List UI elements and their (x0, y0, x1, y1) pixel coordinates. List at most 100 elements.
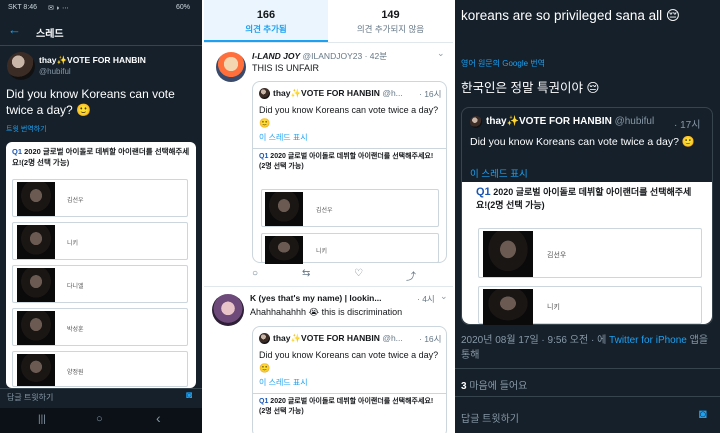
option-label: 니키 (67, 241, 79, 247)
translation-source[interactable]: 영어 원문의 Google 번역 (461, 58, 545, 69)
quoted-handle: @h... (382, 333, 403, 343)
option-label: 니키 (547, 304, 560, 311)
poll-image: Q1 2020 글로벌 아이돌로 데뷔할 아이랜더를 선택해주세요!(2명 선택… (253, 148, 446, 264)
poll-option: 김선우 (261, 189, 439, 227)
quoted-name: thay✨VOTE FOR HANBIN (273, 88, 380, 98)
quoted-text: Did you know Koreans can vote twice a da… (470, 136, 695, 148)
author-name[interactable]: I-LAND JOY (252, 51, 300, 61)
candidate-photo (265, 192, 303, 226)
camera-icon[interactable]: ◙ (699, 406, 707, 421)
tweet-text: Ahahhahahhh 😭 this is discrimination (250, 307, 403, 317)
show-thread-link[interactable]: 이 스레드 표시 (259, 132, 308, 143)
meta-divider (455, 368, 720, 369)
tab-added[interactable]: 166 의견 추가됨 (204, 0, 328, 42)
quoted-tweet[interactable]: thay✨VOTE FOR HANBIN @hubiful · 17시 Did … (461, 107, 713, 325)
tweet-text: Did you know Koreans can vote twice a da… (6, 87, 175, 117)
likes-label: 마음에 들어요 (469, 381, 528, 392)
middle-screen: 166 의견 추가됨 149 의견 추가되지 않음 I-LAND JOY @IL… (204, 0, 453, 433)
recent-apps-icon[interactable]: ||| (38, 414, 46, 425)
likes-count: 3 (461, 381, 467, 392)
poll-question: 2020 글로벌 아이돌로 데뷔할 아이랜더를 선택해주세요!(2명 선택 가능… (12, 147, 190, 167)
poll-option: 양정원 (12, 351, 188, 387)
poll-question-number: Q1 (12, 147, 23, 156)
avatar[interactable] (216, 52, 246, 82)
avatar (470, 116, 482, 128)
poll-option: 니키 (261, 233, 439, 264)
home-icon[interactable]: ○ (96, 413, 103, 425)
translated-text: 한국인은 정말 특권이야 😔 (461, 81, 600, 95)
left-phone-screen: SKT 8:46 ✉ ◗ ⋯ 60% ← 스레드 thay✨VOTE FOR H… (0, 0, 202, 433)
tweet-text: THIS IS UNFAIR (252, 63, 320, 73)
option-label: 박성훈 (67, 327, 84, 333)
reply-divider (0, 388, 202, 389)
author-name[interactable]: K (yes that's my name) | lookin... (250, 293, 381, 303)
quoted-tweet[interactable]: thay✨VOTE FOR HANBIN @h... · 16시 Did you… (252, 326, 447, 433)
source-link[interactable]: Twitter for iPhone (609, 335, 687, 346)
candidate-photo (17, 225, 55, 259)
tweet-divider (204, 286, 453, 287)
poll-image: Q1 2020 글로벌 아이돌로 데뷔할 아이랜더를 선택해주세요!(2명 선택… (462, 182, 712, 325)
poll-option: 다니엘 (12, 265, 188, 303)
quoted-handle: @hubiful (614, 116, 655, 127)
candidate-photo (17, 311, 55, 345)
status-battery: 60% (176, 4, 191, 11)
chevron-down-icon[interactable]: ⌄ (440, 291, 448, 302)
chevron-down-icon[interactable]: ⌄ (437, 48, 445, 59)
retweet-icon[interactable]: ⇆ (302, 268, 310, 279)
reply-input[interactable]: 답글 트윗하기 (7, 392, 53, 403)
quoted-handle: @h... (382, 88, 403, 98)
not-added-label: 의견 추가되지 않음 (356, 24, 425, 34)
candidate-photo (265, 236, 303, 264)
status-notification-icons: ✉ ◗ ⋯ (48, 5, 69, 12)
tweet-time: · 4시 (417, 294, 435, 304)
tabs-divider (204, 42, 453, 43)
quoted-name: thay✨VOTE FOR HANBIN (486, 116, 612, 127)
show-thread-link[interactable]: 이 스레드 표시 (259, 377, 308, 388)
avatar (259, 333, 270, 344)
reply-input[interactable]: 답글 트윗하기 (461, 410, 519, 425)
candidate-photo (17, 182, 55, 216)
reply-icon[interactable]: ○ (252, 268, 258, 279)
poll-image[interactable]: Q1 2020 글로벌 아이돌로 데뷔할 아이랜더를 선택해주세요!(2명 선택… (6, 142, 196, 388)
back-nav-icon[interactable]: ‹ (156, 410, 161, 426)
tweet-text: koreans are so privileged sana all 😔 (461, 8, 680, 23)
poll-option: 니키 (478, 286, 702, 325)
poll-question: 2020 글로벌 아이돌로 데뷔할 아이랜더를 선택해주세요!(2명 선택 가능… (259, 153, 434, 170)
poll-image: Q1 2020 글로벌 아이돌로 데뷔할 아이랜더를 선택해주세요!(2명 선택… (253, 393, 446, 433)
option-label: 양정원 (67, 370, 84, 376)
option-label: 니키 (316, 249, 328, 255)
quoted-time: · 17시 (674, 120, 701, 131)
poll-question: 2020 글로벌 아이돌로 데뷔할 아이랜더를 선택해주세요!(2명 선택 가능… (259, 398, 434, 415)
share-icon[interactable]: ⤴ (406, 268, 416, 283)
author-name[interactable]: thay✨VOTE FOR HANBIN (39, 55, 146, 66)
quoted-text: Did you know Koreans can vote twice a da… (259, 105, 439, 128)
quoted-name: thay✨VOTE FOR HANBIN (273, 333, 380, 343)
option-label: 다니엘 (67, 284, 84, 290)
like-icon[interactable]: ♡ (354, 268, 363, 279)
quoted-tweet[interactable]: thay✨VOTE FOR HANBIN @h... · 16시 Did you… (252, 81, 447, 264)
candidate-photo (483, 231, 533, 277)
tab-not-added[interactable]: 149 의견 추가되지 않음 (328, 0, 453, 42)
poll-question-number: Q1 (476, 186, 491, 198)
poll-question-number: Q1 (259, 153, 269, 160)
poll-option: 박성훈 (12, 308, 188, 346)
author-handle[interactable]: @hubiful (39, 67, 71, 76)
not-added-count: 149 (381, 9, 400, 21)
back-arrow-icon[interactable]: ← (8, 22, 21, 37)
option-label: 김선우 (547, 252, 567, 259)
poll-question-number: Q1 (259, 398, 269, 405)
option-label: 김선우 (67, 198, 84, 204)
author-handle[interactable]: @ILANDJOY23 (303, 51, 363, 61)
poll-option: 김선우 (478, 228, 702, 278)
likes-divider (455, 396, 720, 397)
right-phone-screen: koreans are so privileged sana all 😔 영어 … (455, 0, 720, 433)
quoted-time: · 16시 (419, 334, 442, 344)
avatar[interactable] (7, 52, 35, 80)
added-count: 166 (256, 9, 276, 21)
show-thread-link[interactable]: 이 스레드 표시 (470, 166, 528, 180)
status-carrier-time: SKT 8:46 (8, 4, 38, 11)
camera-icon[interactable]: ◙ (186, 390, 192, 401)
translate-link[interactable]: 트윗 번역하기 (6, 124, 47, 134)
likes-row[interactable]: 3 마음에 들어요 (461, 377, 527, 392)
avatar[interactable] (212, 294, 244, 326)
